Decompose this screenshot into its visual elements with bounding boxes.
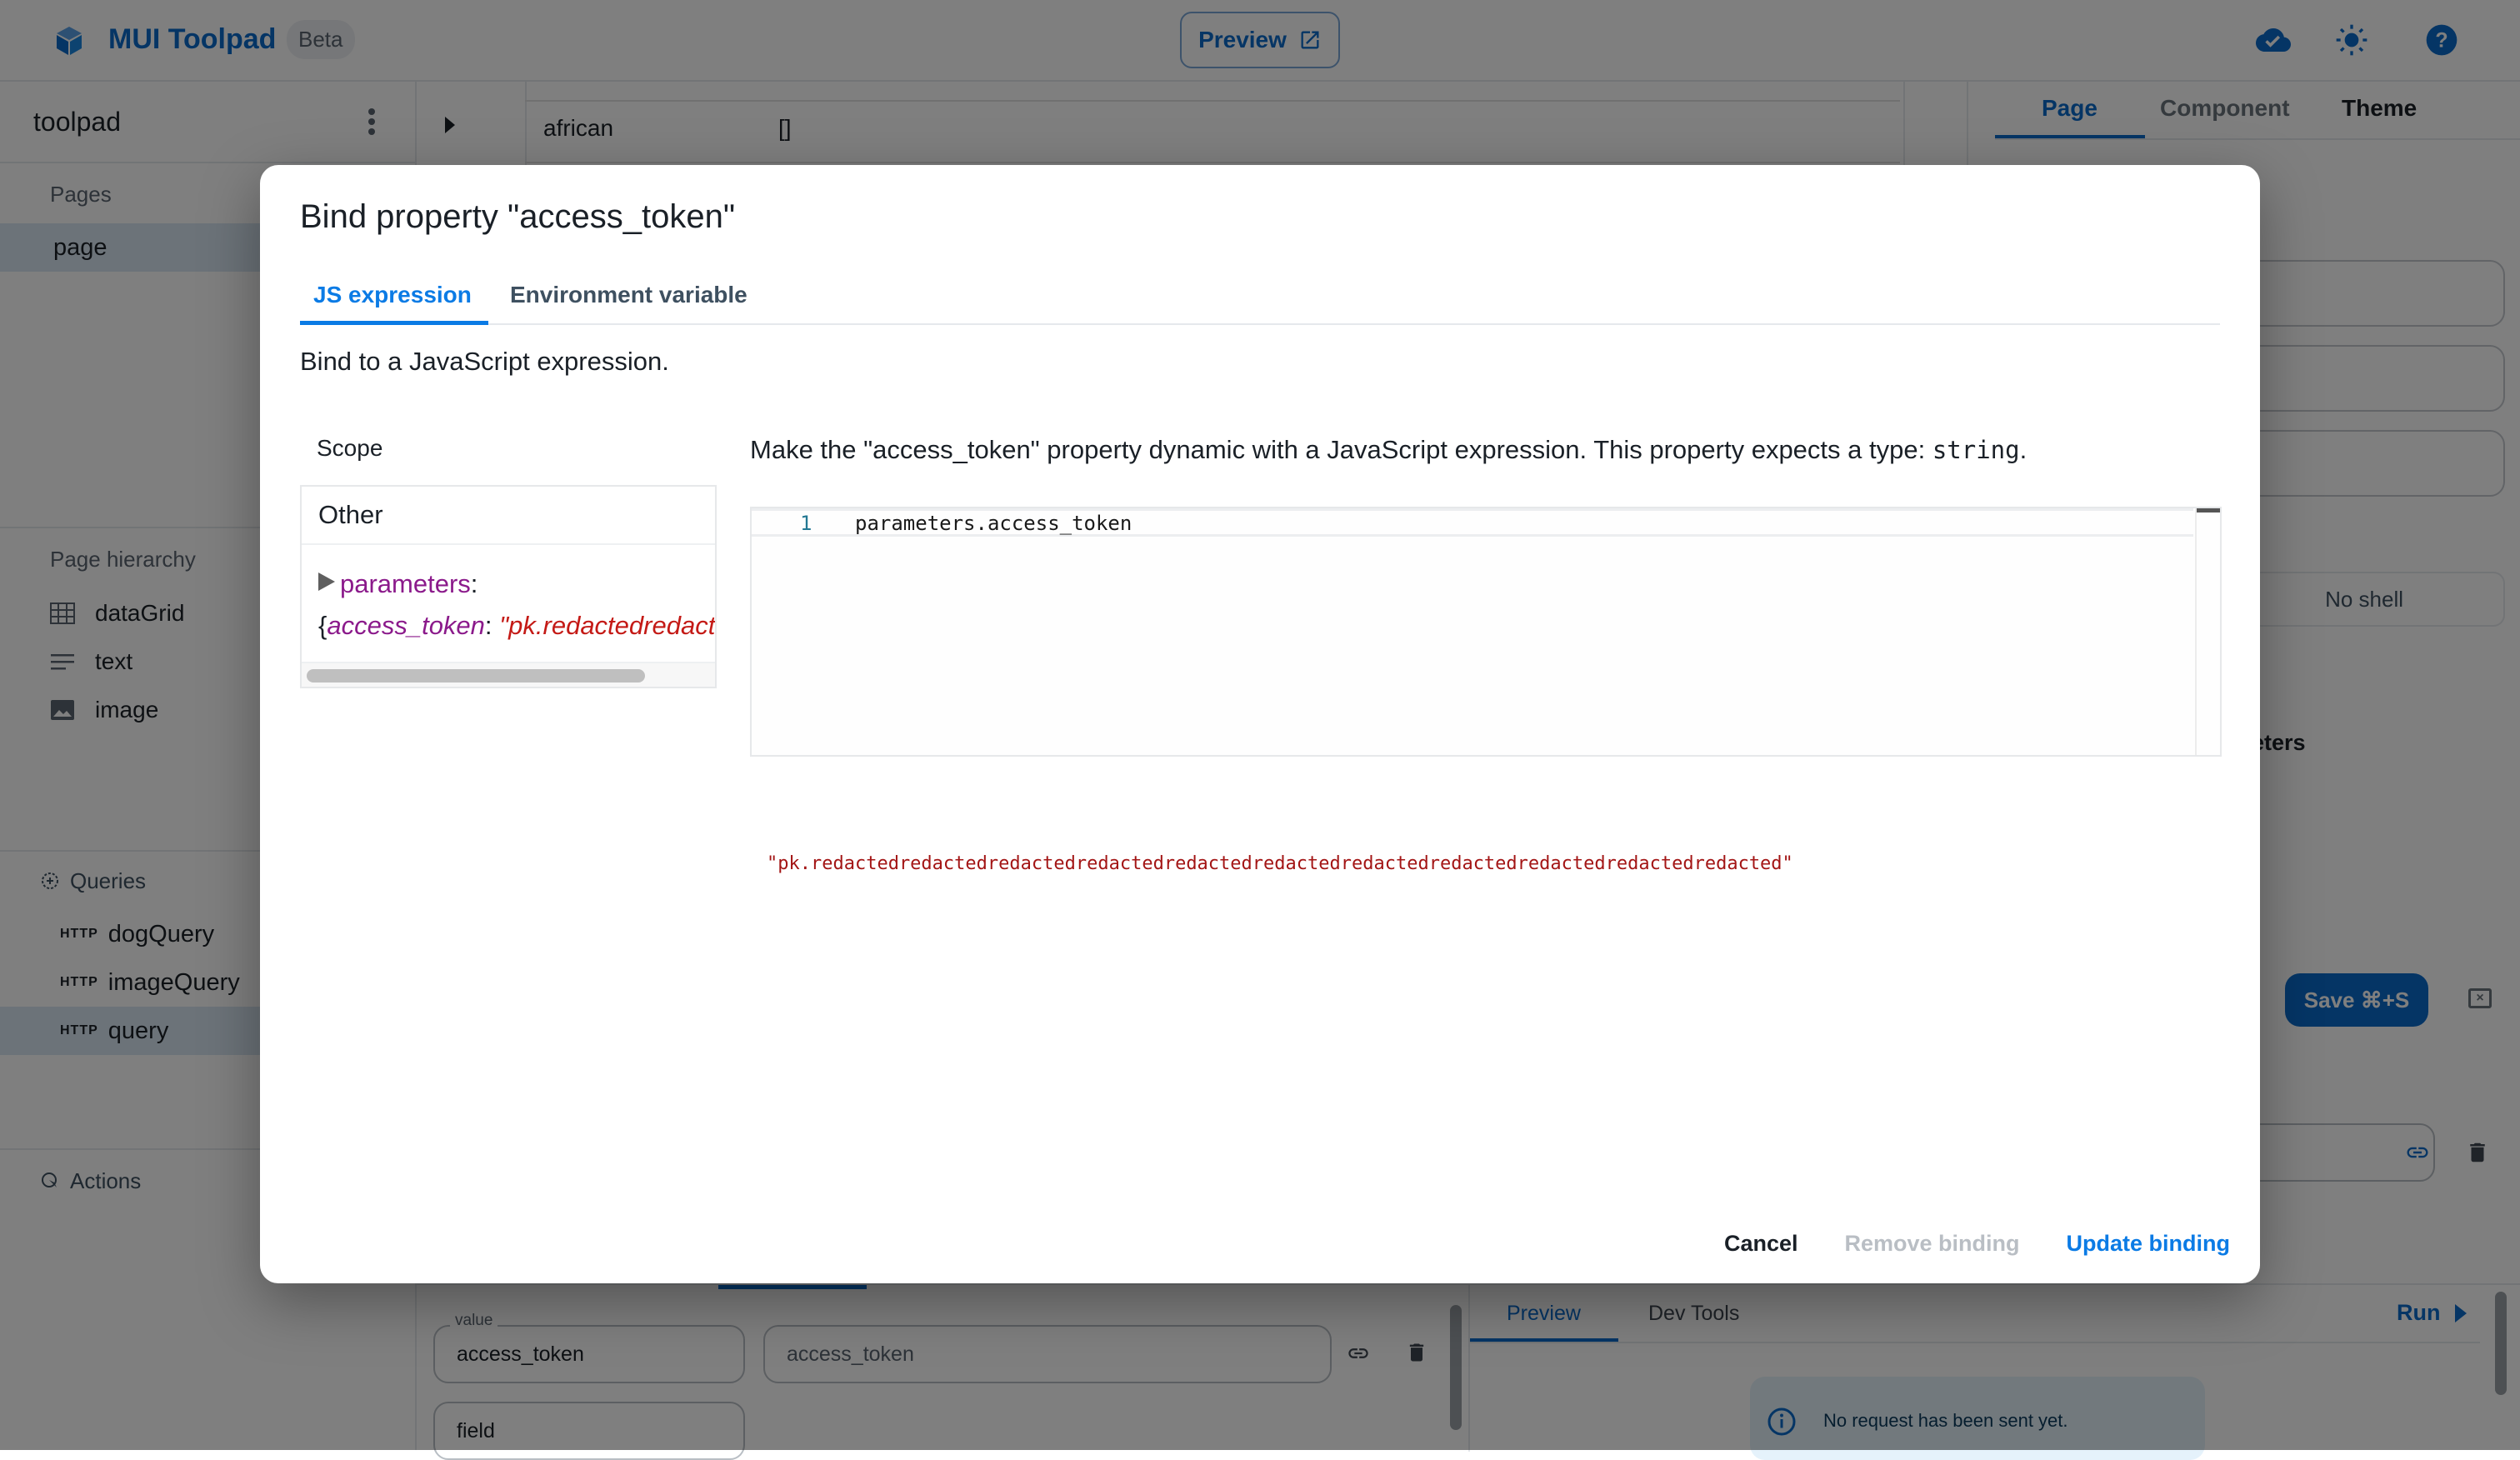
- dialog-description: Bind to a JavaScript expression.: [300, 347, 669, 376]
- scope-child-key: access_token: [327, 611, 485, 640]
- dialog-actions: Cancel Remove binding Update binding: [1724, 1231, 2230, 1257]
- tab-environment-variable[interactable]: Environment variable: [510, 282, 748, 308]
- dialog-title: Bind property "access_token": [300, 198, 736, 235]
- active-tab-indicator: [300, 321, 488, 325]
- editor-scrollbar[interactable]: [2195, 508, 2220, 755]
- evaluated-result: "pk.redactedredactedredactedredactedreda…: [767, 853, 1793, 874]
- scope-tree: parameters: {access_token: "pk.redactedr…: [318, 563, 715, 655]
- code-line[interactable]: parameters.access_token: [855, 512, 1132, 535]
- scope-node-preview: {access_token: "pk.redactedredactedredac…: [318, 605, 715, 647]
- update-binding-button[interactable]: Update binding: [2067, 1231, 2230, 1257]
- tab-js-expression[interactable]: JS expression: [313, 282, 472, 308]
- cancel-button[interactable]: Cancel: [1724, 1231, 1798, 1257]
- scope-key: parameters: [340, 569, 471, 598]
- scope-child-value: "pk.redactedredactedredacted: [499, 611, 715, 640]
- remove-binding-button[interactable]: Remove binding: [1845, 1231, 2020, 1257]
- scope-horizontal-scrollbar[interactable]: [302, 662, 715, 687]
- line-number: 1: [800, 512, 812, 535]
- scope-group-header: Other: [302, 487, 715, 545]
- scope-title: Scope: [317, 435, 383, 461]
- scope-node-parameters[interactable]: parameters:: [318, 563, 715, 605]
- scrollbar-thumb[interactable]: [307, 669, 645, 682]
- scope-explorer: Other parameters: {access_token: "pk.red…: [300, 485, 717, 688]
- expression-hint: Make the "access_token" property dynamic…: [750, 435, 2028, 464]
- binding-tabs: JS expression Environment variable: [300, 273, 2220, 325]
- expected-type: string: [1932, 436, 2020, 464]
- js-expression-editor[interactable]: 1 parameters.access_token: [750, 507, 2222, 757]
- bind-property-dialog: Bind property "access_token" JS expressi…: [260, 165, 2260, 1283]
- expand-caret-icon[interactable]: [318, 572, 335, 591]
